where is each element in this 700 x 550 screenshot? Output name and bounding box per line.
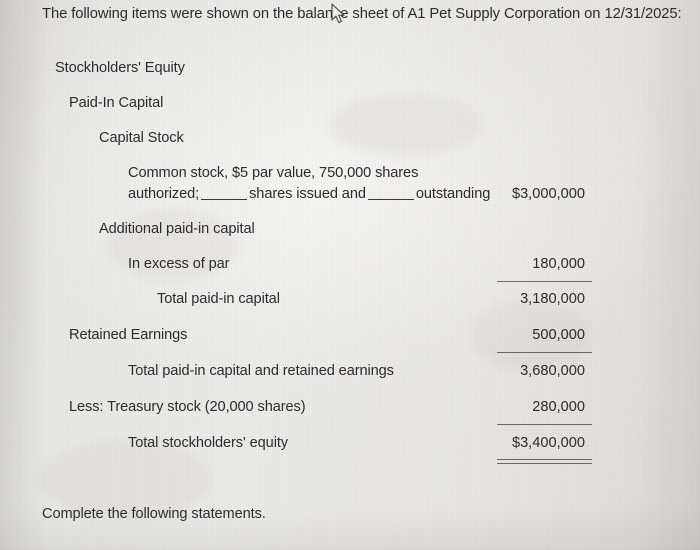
balance-sheet-content: The following items were shown on the ba… [0, 0, 700, 550]
section-capital-stock: Capital Stock [99, 130, 184, 146]
shares-issued-blank[interactable] [201, 199, 248, 200]
row-label-additional-paid-in-capital: Additional paid-in capital [99, 221, 255, 237]
document-photo: The following items were shown on the ba… [0, 0, 700, 550]
subtotal-rule [497, 424, 592, 425]
subheading-paid-in-capital: Paid-In Capital [69, 95, 164, 111]
amount-treasury-stock: 280,000 [532, 399, 585, 415]
amount-total-paid-in-and-retained: 3,680,000 [520, 363, 585, 379]
row-label-treasury-stock: Less: Treasury stock (20,000 shares) [69, 399, 306, 415]
shares-outstanding-blank[interactable] [367, 199, 414, 200]
row-label-total-paid-in-and-retained: Total paid-in capital and retained earni… [128, 363, 394, 379]
common-stock-line-1: Common stock, $5 par value, 750,000 shar… [128, 165, 419, 181]
common-stock-issued-label: shares issued and [249, 186, 366, 202]
row-label-retained-earnings: Retained Earnings [69, 327, 188, 343]
amount-total-paid-in-capital: 3,180,000 [520, 291, 585, 307]
subtotal-rule [497, 352, 592, 353]
subtotal-rule [497, 281, 592, 282]
row-label-total-paid-in-capital: Total paid-in capital [157, 291, 280, 307]
amount-common-stock: $3,000,000 [511, 186, 585, 202]
row-label-total-stockholders-equity: Total stockholders' equity [128, 435, 288, 451]
amount-total-stockholders-equity: $3,400,000 [511, 435, 585, 451]
amount-in-excess-of-par: 180,000 [532, 256, 585, 272]
common-stock-authorized-label: authorized; [128, 186, 200, 202]
heading-stockholders-equity: Stockholders' Equity [55, 60, 185, 76]
intro-text: The following items were shown on the ba… [42, 6, 682, 22]
amount-retained-earnings: 500,000 [532, 327, 585, 343]
row-label-in-excess-of-par: In excess of par [128, 256, 230, 272]
footer-instruction: Complete the following statements. [42, 506, 266, 522]
grand-total-double-rule [497, 459, 592, 464]
